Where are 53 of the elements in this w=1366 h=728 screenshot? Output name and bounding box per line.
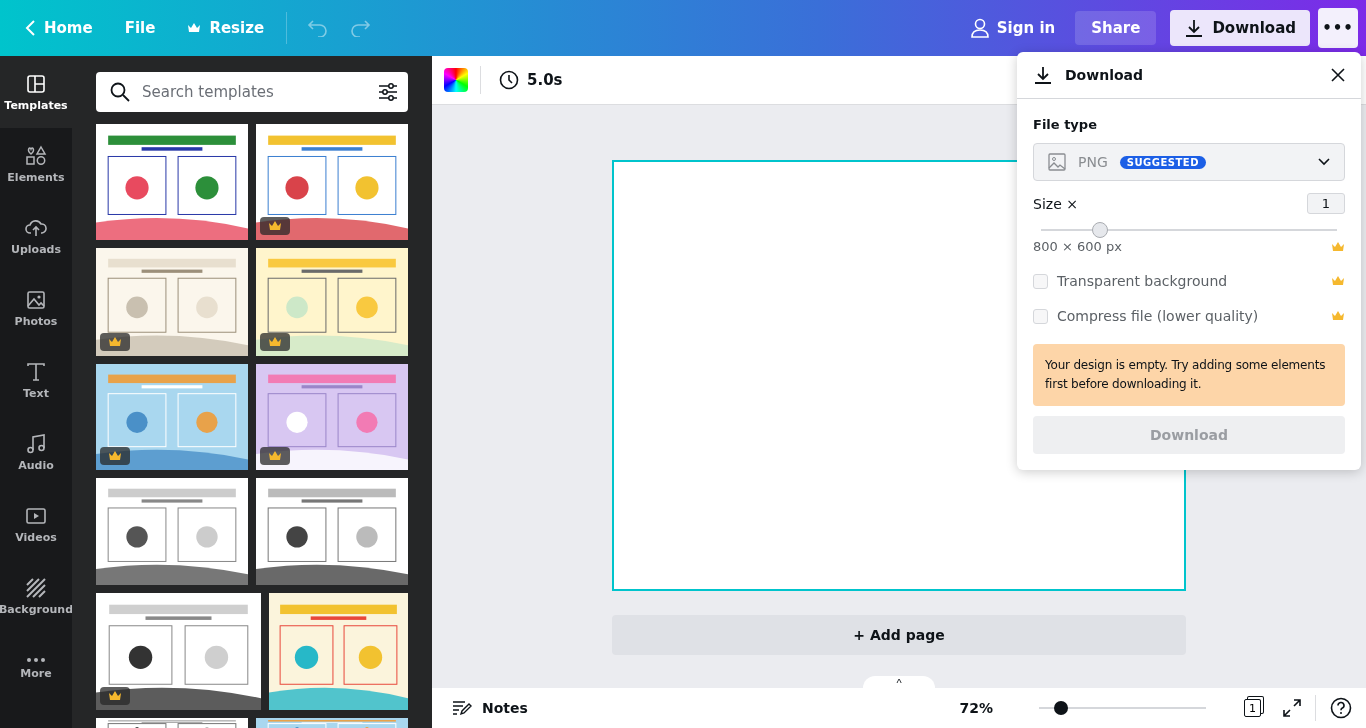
size-input[interactable]: 1 (1307, 193, 1345, 214)
page-count[interactable]: 1 (1244, 699, 1261, 717)
more-icon (25, 656, 47, 663)
file-type-label: File type (1033, 117, 1098, 132)
option-label: Transparent background (1057, 273, 1228, 289)
filter-icon[interactable] (378, 83, 398, 101)
add-page-button[interactable]: + Add page (612, 615, 1186, 655)
expand-tab[interactable]: ^ (863, 676, 935, 690)
share-button[interactable]: Share (1075, 11, 1157, 45)
background-icon (25, 576, 47, 599)
duration-button[interactable]: 5.0s (493, 69, 569, 91)
clock-icon (499, 70, 519, 90)
search-bar[interactable]: Search templates (96, 72, 408, 112)
help-icon[interactable] (1330, 697, 1352, 719)
download-icon (1033, 65, 1053, 85)
crown-icon (268, 220, 282, 232)
color-swatch[interactable] (444, 68, 468, 92)
checkbox[interactable] (1033, 308, 1048, 324)
dimensions-text: 800 × 600 px (1033, 239, 1122, 254)
crown-icon (108, 690, 122, 702)
image-icon (1048, 153, 1066, 171)
search-field[interactable]: Search templates (140, 82, 368, 102)
user-icon (970, 18, 989, 38)
crown-icon (268, 450, 282, 462)
warning-message: Your design is empty. Try adding some elements first before downloading it. (1033, 344, 1345, 406)
option-label: Compress file (lower quality) (1057, 308, 1259, 324)
size-label: Size × (1033, 195, 1078, 212)
audio-icon (25, 432, 47, 455)
zoom-level: 72% (959, 700, 993, 716)
sign-in-button[interactable]: Sign in (958, 10, 1068, 46)
fullscreen-icon[interactable] (1283, 699, 1301, 717)
file-type-dropdown[interactable]: PNG SUGGESTED (1033, 143, 1345, 181)
checkbox[interactable] (1033, 273, 1048, 289)
sidebar-item[interactable]: Templates (0, 56, 72, 128)
download-icon (1184, 18, 1205, 38)
search-icon (110, 82, 130, 102)
notes-icon (452, 700, 472, 716)
notes-button[interactable]: Notes (446, 699, 534, 717)
more-button[interactable]: ••• (1318, 8, 1358, 48)
close-button[interactable] (1331, 68, 1345, 82)
chevron-down-icon (1318, 158, 1330, 166)
crown-icon (268, 336, 282, 348)
back-icon (24, 19, 36, 37)
download-button[interactable]: Download (1170, 10, 1310, 46)
photos-icon (25, 288, 47, 311)
elements-icon (25, 144, 47, 167)
crown-icon (108, 450, 122, 462)
panel-title: Download (1065, 67, 1145, 83)
crown-icon (108, 336, 122, 348)
templates-icon (25, 72, 47, 95)
close-icon (1331, 68, 1345, 82)
crown-icon (187, 22, 202, 34)
text-icon (25, 360, 47, 383)
